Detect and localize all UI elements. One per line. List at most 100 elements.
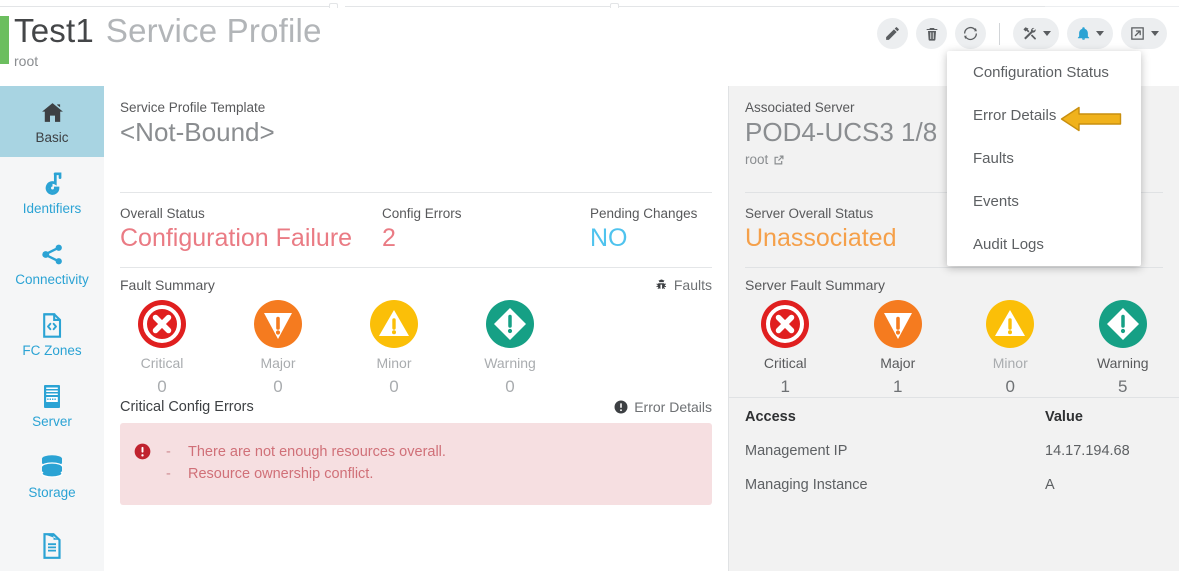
alerts-button[interactable] [1067, 18, 1113, 49]
profile-name: Test1 [14, 12, 94, 49]
fault-count-major: 0 [273, 377, 283, 396]
server-fault-cell-major[interactable]: Major 1 [842, 299, 955, 397]
error-box-icon-wrap [134, 441, 152, 487]
delete-button[interactable] [916, 18, 947, 49]
fault-label-major: Major [260, 355, 296, 371]
config-errors-value: 2 [382, 224, 396, 252]
access-column-header: Access [745, 409, 796, 425]
edit-button[interactable] [877, 18, 908, 49]
critical-config-errors-title: Critical Config Errors [120, 399, 254, 415]
overall-status-cell: Overall Status Configuration Failure [120, 206, 382, 253]
pencil-icon [886, 27, 899, 40]
major-severity-icon [254, 300, 302, 348]
table-row[interactable]: Managing Instance A [729, 468, 1179, 502]
external-link-icon [1131, 27, 1144, 40]
sidebar-label-basic: Basic [35, 130, 69, 145]
home-icon [39, 98, 66, 126]
sidebar-item-fc-zones[interactable]: FC Zones [0, 299, 104, 370]
critical-severity-icon [761, 300, 810, 348]
chevron-down-icon [1043, 31, 1051, 36]
error-message-item: - Resource ownership conflict. [166, 463, 446, 485]
launch-button[interactable] [1121, 18, 1167, 49]
sidebar-item-policies[interactable] [0, 512, 104, 571]
fault-summary-grid: Critical 0 Major 0 Minor 0 Warning 0 [104, 293, 728, 397]
server-fault-label-critical: Critical [763, 355, 807, 371]
fault-label-minor: Minor [376, 355, 412, 371]
fault-cell-major[interactable]: Major 0 [220, 299, 336, 397]
tab-underline-3 [1045, 6, 1179, 7]
template-value: <Not-Bound> [120, 117, 275, 147]
bug-icon [656, 279, 667, 290]
fault-cell-minor[interactable]: Minor 0 [336, 299, 452, 397]
tab-underline-1 [0, 6, 330, 7]
value-cell: 14.17.194.68 [1045, 443, 1130, 459]
page-title: Test1 Service Profile root [14, 12, 322, 69]
pending-changes-label: Pending Changes [590, 206, 698, 221]
chevron-down-icon [1151, 31, 1159, 36]
chevron-down-icon [1096, 31, 1104, 36]
bullet-dash: - [166, 466, 171, 482]
actions-dropdown-menu: Configuration Status Error Details Fault… [947, 51, 1141, 266]
error-details-link[interactable]: Error Details [614, 399, 712, 415]
access-table-header: Access Value [729, 397, 1179, 434]
sidebar-label-server: Server [32, 414, 72, 429]
refresh-button[interactable] [955, 18, 986, 49]
menu-item-audit-logs[interactable]: Audit Logs [947, 223, 1141, 266]
header-toolbar [877, 18, 1167, 49]
overall-status-value: Configuration Failure [120, 224, 353, 252]
trash-icon [926, 27, 937, 41]
server-fault-cell-critical[interactable]: Critical 1 [729, 299, 842, 397]
refresh-icon [963, 27, 978, 40]
faults-link[interactable]: Faults [655, 277, 712, 293]
value-cell: A [1045, 477, 1055, 493]
server-fault-count-critical: 1 [780, 377, 790, 396]
sidebar-item-connectivity[interactable]: Connectivity [0, 228, 104, 299]
fault-summary-title: Fault Summary [120, 277, 215, 293]
sidebar-item-basic[interactable]: Basic [0, 86, 104, 157]
sidebar-label-fc-zones: FC Zones [22, 343, 82, 358]
associated-server-org-label: root [745, 152, 769, 167]
error-message-list: - There are not enough resources overall.… [166, 441, 446, 487]
sidebar-item-server[interactable]: Server [0, 370, 104, 441]
status-accent-bar [0, 16, 9, 64]
access-cell: Management IP [745, 443, 848, 459]
server-fault-summary-header: Server Fault Summary [729, 268, 1179, 293]
minor-severity-icon [986, 300, 1035, 348]
menu-item-configuration-status[interactable]: Configuration Status [947, 51, 1141, 94]
sidebar-item-identifiers[interactable]: Identifiers [0, 157, 104, 228]
pending-changes-cell: Pending Changes NO [590, 206, 712, 253]
server-fault-cell-warning[interactable]: Warning 5 [1067, 299, 1179, 397]
server-fault-label-major: Major [880, 355, 916, 371]
menu-item-events[interactable]: Events [947, 180, 1141, 223]
database-icon [38, 453, 66, 481]
warning-severity-icon [1098, 300, 1147, 348]
fault-label-warning: Warning [484, 355, 536, 371]
bullet-dash: - [166, 444, 171, 460]
bell-icon [1077, 27, 1090, 40]
value-column-header: Value [1045, 409, 1083, 425]
left-nav-sidebar: Basic Identifiers Connectivity FC Zones … [0, 86, 104, 571]
error-details-link-label: Error Details [634, 399, 712, 415]
error-message-text: There are not enough resources overall. [188, 444, 446, 460]
tab-underline-2 [345, 6, 1045, 7]
fault-label-critical: Critical [140, 355, 184, 371]
code-file-icon [40, 311, 64, 339]
document-icon [40, 532, 64, 560]
sidebar-label-storage: Storage [28, 485, 76, 500]
annotation-arrow-icon [1060, 106, 1122, 132]
server-fault-cell-minor[interactable]: Minor 0 [954, 299, 1067, 397]
critical-config-errors-header: Critical Config Errors Error Details [104, 397, 728, 415]
fault-cell-warning[interactable]: Warning 0 [452, 299, 568, 397]
fault-summary-header: Fault Summary Faults [104, 268, 728, 293]
service-profile-template-block: Service Profile Template <Not-Bound> [104, 86, 728, 192]
toolbar-divider [999, 22, 1000, 45]
table-row[interactable]: Management IP 14.17.194.68 [729, 434, 1179, 468]
menu-item-faults[interactable]: Faults [947, 137, 1141, 180]
sidebar-item-storage[interactable]: Storage [0, 441, 104, 512]
fault-cell-critical[interactable]: Critical 0 [104, 299, 220, 397]
server-fault-count-major: 1 [893, 377, 903, 396]
faults-link-label: Faults [673, 277, 712, 293]
sidebar-label-connectivity: Connectivity [15, 272, 89, 287]
tools-button[interactable] [1013, 18, 1059, 49]
org-label: root [14, 53, 39, 69]
